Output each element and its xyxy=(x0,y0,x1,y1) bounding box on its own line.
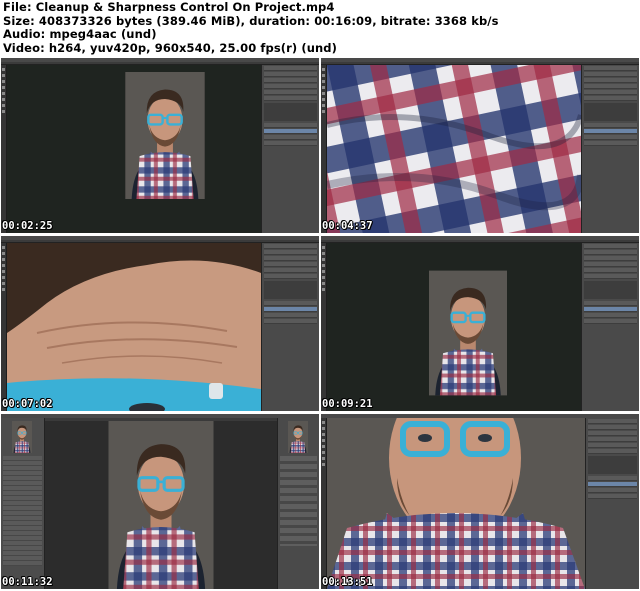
thumbnail-6[interactable]: 00:13:51 xyxy=(321,414,639,589)
face-zoom-image xyxy=(327,418,585,589)
thumbnail-2[interactable]: 00:04:37 xyxy=(321,58,639,233)
filter-list-panel xyxy=(1,418,45,589)
file-name-line: File: Cleanup & Sharpness Control On Pro… xyxy=(3,0,335,14)
audio-info-line: Audio: mpeg4aac (und) xyxy=(3,27,157,42)
thumbnail-5[interactable]: 00:11:32 xyxy=(1,414,319,589)
image-canvas xyxy=(327,418,585,589)
layers-panel xyxy=(581,243,639,411)
image-canvas xyxy=(7,65,261,233)
navigator-preview xyxy=(285,421,311,453)
properties-panel xyxy=(277,418,319,589)
app-menubar xyxy=(1,414,319,428)
layers-panel xyxy=(581,65,639,233)
portrait-image xyxy=(105,421,217,589)
file-info-header: File: Cleanup & Sharpness Control On Pro… xyxy=(0,0,640,56)
timestamp: 00:11:32 xyxy=(2,576,53,588)
navigator-preview xyxy=(9,421,35,453)
portrait-image xyxy=(429,270,507,396)
image-canvas xyxy=(45,421,277,589)
thumbnail-4[interactable]: 00:09:21 xyxy=(321,236,639,411)
thumbnail-3[interactable]: 00:07:02 xyxy=(1,236,319,411)
timestamp: 00:13:51 xyxy=(322,576,373,588)
layers-panel xyxy=(261,243,319,411)
timestamp: 00:07:02 xyxy=(2,398,53,410)
scarf-closeup-image xyxy=(327,65,581,233)
image-canvas xyxy=(7,243,261,411)
image-canvas xyxy=(327,65,581,233)
portrait-image xyxy=(123,72,207,199)
forehead-closeup-image xyxy=(7,243,261,411)
timestamp: 00:04:37 xyxy=(322,220,373,232)
file-size-line: Size: 408373326 bytes (389.46 MiB), dura… xyxy=(3,13,499,28)
video-info-line: Video: h264, yuv420p, 960x540, 25.00 fps… xyxy=(3,40,337,55)
layers-panel xyxy=(261,65,319,233)
timestamp: 00:09:21 xyxy=(322,398,373,410)
timestamp: 00:02:25 xyxy=(2,220,53,232)
thumbnail-1[interactable]: 00:02:25 xyxy=(1,58,319,233)
image-canvas xyxy=(327,243,581,411)
layers-panel xyxy=(585,418,639,589)
